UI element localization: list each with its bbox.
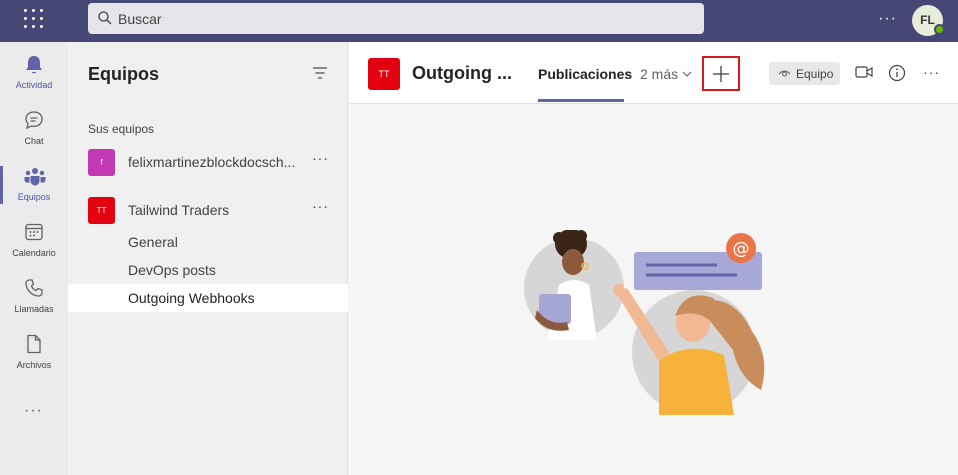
welcome-illustration: @ bbox=[524, 230, 765, 415]
rail-label-equipos: Equipos bbox=[17, 192, 51, 202]
filter-icon[interactable] bbox=[312, 66, 328, 80]
channel-name: Outgoing Webhooks bbox=[128, 290, 255, 306]
rail-label-archivos: Archivos bbox=[16, 360, 52, 370]
search-input[interactable]: Buscar bbox=[88, 3, 704, 34]
rail-item-calendario[interactable]: Calendario bbox=[0, 212, 68, 268]
video-call-icon[interactable] bbox=[855, 65, 873, 79]
team-name: Tailwind Traders bbox=[128, 202, 230, 218]
section-label: Sus equipos bbox=[88, 122, 155, 136]
rail-item-equipos[interactable]: Equipos bbox=[0, 156, 68, 212]
team-item[interactable]: f felixmartinezblockdocsch... ··· bbox=[68, 144, 348, 180]
chevron-down-icon bbox=[682, 71, 692, 77]
team-more-icon[interactable]: ··· bbox=[312, 150, 329, 166]
channel-item-devops-posts[interactable]: DevOps posts bbox=[68, 256, 348, 284]
channel-team-avatar: TT bbox=[368, 58, 400, 90]
phone-icon bbox=[25, 279, 43, 297]
conversation-area: @ bbox=[349, 105, 958, 475]
search-icon bbox=[98, 11, 112, 25]
channel-item-outgoing-webhooks[interactable]: Outgoing Webhooks bbox=[68, 284, 348, 312]
channel-item-general[interactable]: General bbox=[68, 228, 348, 256]
teams-panel: Equipos Sus equipos f felixmartinezblock… bbox=[68, 42, 348, 475]
info-icon[interactable] bbox=[888, 64, 906, 82]
rail-item-actividad[interactable]: Actividad bbox=[0, 44, 68, 100]
svg-text:@: @ bbox=[733, 239, 750, 259]
panel-title: Equipos bbox=[88, 64, 159, 84]
chat-icon bbox=[25, 111, 43, 130]
rail-label-actividad: Actividad bbox=[15, 80, 53, 90]
search-placeholder: Buscar bbox=[118, 11, 162, 27]
team-more-icon[interactable]: ··· bbox=[312, 198, 329, 214]
rail-label-chat: Chat bbox=[24, 136, 44, 146]
rail-item-chat[interactable]: Chat bbox=[0, 100, 68, 156]
team-name: felixmartinezblockdocsch... bbox=[128, 154, 296, 170]
presence-available-icon bbox=[934, 24, 945, 35]
team-avatar: TT bbox=[88, 197, 115, 224]
file-icon bbox=[27, 334, 41, 354]
eye-icon bbox=[778, 70, 791, 77]
rail-item-archivos[interactable]: Archivos bbox=[0, 324, 68, 380]
tab-publicaciones[interactable]: Publicaciones bbox=[538, 66, 632, 82]
teams-icon bbox=[24, 168, 46, 186]
top-bar: Buscar ··· FL bbox=[0, 0, 958, 42]
channel-more-icon[interactable]: ··· bbox=[923, 64, 940, 80]
more-options-icon[interactable]: ··· bbox=[878, 10, 897, 28]
bell-icon bbox=[26, 56, 42, 74]
team-item[interactable]: TT Tailwind Traders ··· bbox=[68, 192, 348, 228]
rail-label-calendario: Calendario bbox=[12, 248, 56, 258]
active-tab-indicator bbox=[538, 99, 624, 102]
rail-label-llamadas: Llamadas bbox=[14, 304, 54, 314]
app-rail: Actividad Chat Equipos Calendario Llamad… bbox=[0, 42, 68, 475]
tab-more-dropdown[interactable]: 2 más bbox=[640, 66, 678, 82]
plus-icon bbox=[713, 66, 729, 82]
rail-item-llamadas[interactable]: Llamadas bbox=[0, 268, 68, 324]
team-visibility-button[interactable]: Equipo bbox=[769, 62, 840, 85]
channel-header: TT Outgoing ... Publicaciones 2 más Equi… bbox=[349, 42, 958, 104]
more-apps-icon[interactable]: ··· bbox=[24, 402, 43, 420]
calendar-icon bbox=[25, 223, 43, 241]
add-tab-button[interactable] bbox=[702, 56, 740, 91]
channel-name: DevOps posts bbox=[128, 262, 216, 278]
team-avatar: f bbox=[88, 149, 115, 176]
app-launcher-icon[interactable] bbox=[24, 9, 44, 29]
channel-name: General bbox=[128, 234, 178, 250]
channel-title: Outgoing ... bbox=[412, 63, 512, 83]
team-button-label: Equipo bbox=[796, 67, 834, 81]
